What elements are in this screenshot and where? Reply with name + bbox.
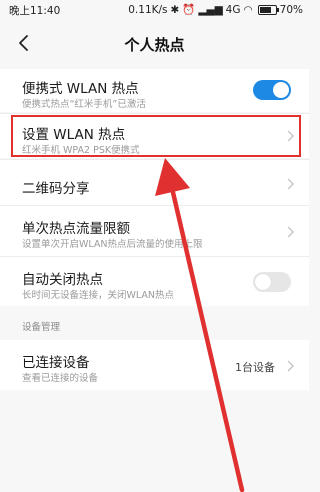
chevron-right-icon (287, 130, 294, 142)
setting-label: 便携式 WLAN 热点 (22, 81, 139, 97)
battery-percent: 70% (279, 3, 303, 16)
setting-label: 自动关闭热点 (22, 272, 103, 288)
setting-connected-devices[interactable]: 已连接设备 查看已连接的设备 1台设备 (0, 340, 309, 390)
network-type: 4G (225, 3, 241, 16)
toggle-knob (255, 274, 271, 290)
toggle-knob (273, 82, 289, 98)
setting-setup-hotspot[interactable]: 设置 WLAN 热点 红米手机 WPA2 PSK便携式 (0, 114, 309, 158)
chevron-right-icon (287, 226, 294, 238)
chevron-right-icon (287, 360, 294, 372)
setting-data-limit[interactable]: 单次热点流量限额 设置单次开启WLAN热点后流量的使用上限 (0, 206, 309, 256)
connected-devices-count: 1台设备 (235, 361, 275, 374)
setting-description: 查看已连接的设备 (22, 373, 99, 384)
setting-description: 设置单次开启WLAN热点后流量的使用上限 (22, 239, 203, 250)
alarm-icon: ⏰ (182, 4, 196, 16)
setting-label: 单次热点流量限额 (22, 221, 130, 237)
section-header-device-management: 设备管理 (22, 322, 61, 333)
setting-description: 便携式热点“红米手机”已激活 (22, 99, 146, 110)
status-bar: 晚上11:40 0.11K/s ✱ ⏰ ▂▄▆ 4G ◠ 70% (0, 0, 309, 20)
status-icons: 0.11K/s ✱ ⏰ ▂▄▆ 4G ◠ 70% (128, 3, 303, 17)
battery-icon (257, 4, 279, 15)
setting-description: 长时间无设备连接，关闭WLAN热点 (22, 290, 175, 301)
status-time: 晚上11:40 (9, 5, 61, 17)
network-speed: 0.11K/s (128, 3, 168, 16)
setting-portable-hotspot[interactable]: 便携式 WLAN 热点 便携式热点“红米手机”已激活 (0, 69, 309, 112)
setting-label: 二维码分享 (22, 181, 90, 197)
setting-qr-share[interactable]: 二维码分享 (0, 160, 309, 205)
title-bar: 个人热点 (0, 22, 309, 64)
auto-off-toggle[interactable] (253, 272, 291, 292)
signal-bars-icon: ▂▄▆ (198, 3, 223, 16)
portable-hotspot-toggle[interactable] (253, 80, 291, 100)
setting-label: 设置 WLAN 热点 (22, 127, 126, 143)
setting-auto-off[interactable]: 自动关闭热点 长时间无设备连接，关闭WLAN热点 (0, 257, 309, 306)
chevron-right-icon (287, 178, 294, 190)
wifi-icon: ◠ (243, 3, 253, 16)
setting-description: 红米手机 WPA2 PSK便携式 (22, 145, 140, 156)
page-title: 个人热点 (124, 36, 185, 54)
bluetooth-icon: ✱ (170, 3, 180, 16)
setting-label: 已连接设备 (22, 355, 90, 371)
